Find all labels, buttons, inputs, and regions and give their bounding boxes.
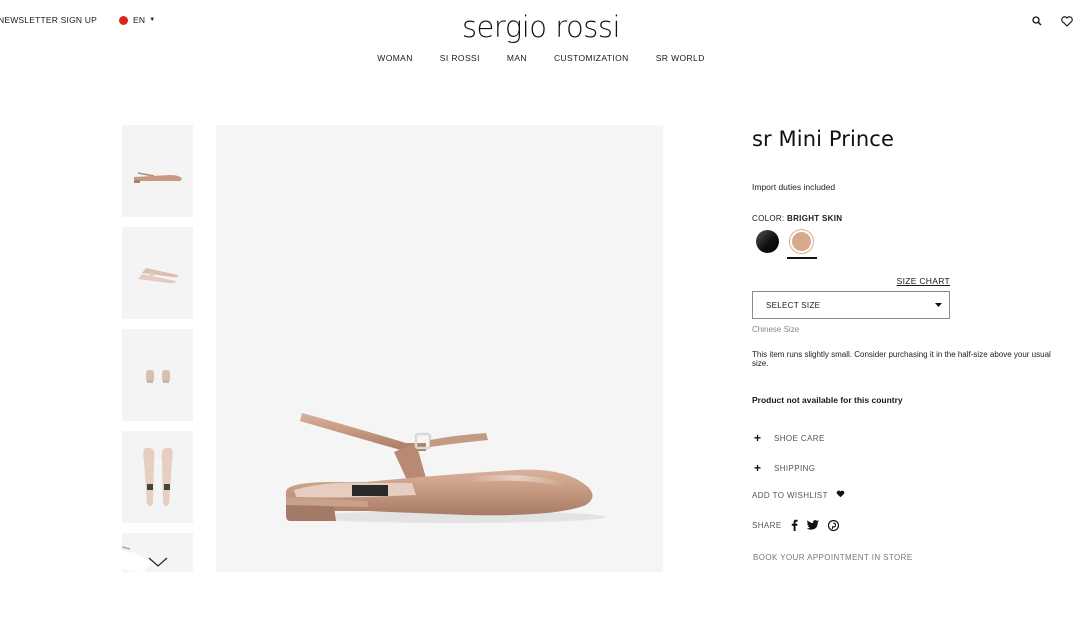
- chevron-down-icon[interactable]: [148, 555, 168, 573]
- header-right: [1030, 14, 1074, 28]
- thumbnail-pair-top-view[interactable]: [122, 227, 193, 319]
- swatch-black[interactable]: [756, 230, 779, 253]
- fit-advice: This item runs slightly small. Consider …: [752, 350, 1051, 369]
- product-title: sr Mini Prince: [752, 127, 894, 151]
- main-nav: WOMAN SI ROSSI MAN CUSTOMIZATION SR WORL…: [0, 53, 1082, 63]
- size-chart-link[interactable]: SIZE CHART: [752, 276, 950, 286]
- search-icon[interactable]: [1030, 14, 1044, 28]
- color-swatches: [755, 230, 1072, 265]
- swatch-bright-skin-wrap: [786, 230, 817, 265]
- wishlist-label: ADD TO WISHLIST: [752, 490, 828, 500]
- swatch-black-wrap: [755, 230, 780, 265]
- book-appointment-link[interactable]: BOOK YOUR APPOINTMENT IN STORE: [753, 553, 1072, 562]
- product-info: sr Mini Prince Import duties included CO…: [752, 125, 1072, 562]
- size-select-label: SELECT SIZE: [766, 300, 821, 310]
- thumbnail-top-down-view[interactable]: [122, 431, 193, 523]
- nav-item-man[interactable]: MAN: [507, 53, 527, 63]
- accordion-label: SHOE CARE: [774, 433, 825, 443]
- product-main-image: [216, 125, 663, 572]
- plus-icon: +: [754, 431, 762, 446]
- plus-icon: +: [754, 461, 762, 476]
- size-system-note: Chinese Size: [752, 325, 800, 334]
- color-label-prefix: COLOR:: [752, 214, 785, 223]
- color-label: COLOR: BRIGHT SKIN: [752, 214, 1072, 223]
- nav-item-woman[interactable]: WOMAN: [377, 53, 413, 63]
- accordion-label: SHIPPING: [774, 463, 816, 473]
- import-duties-note: Import duties included: [752, 182, 836, 192]
- add-to-wishlist-button[interactable]: ADD TO WISHLIST: [752, 490, 1072, 500]
- product-accordion: + SHOE CARE + SHIPPING: [752, 430, 1072, 476]
- accordion-shipping[interactable]: + SHIPPING: [752, 460, 1072, 476]
- twitter-icon[interactable]: [806, 520, 819, 530]
- size-select-dropdown[interactable]: SELECT SIZE: [752, 291, 950, 319]
- availability-status: Product not available for this country: [752, 395, 903, 406]
- accordion-shoe-care[interactable]: + SHOE CARE: [752, 430, 1072, 446]
- share-label: SHARE: [752, 520, 782, 530]
- shoe-image: [286, 413, 606, 523]
- nav-item-customization[interactable]: CUSTOMIZATION: [554, 53, 629, 63]
- thumbnail-back-view[interactable]: [122, 329, 193, 421]
- thumbnail-side-view[interactable]: [122, 125, 193, 217]
- nav-item-si-rossi[interactable]: SI ROSSI: [440, 53, 480, 63]
- pinterest-icon[interactable]: [827, 519, 839, 531]
- swatch-selected-indicator: [786, 257, 817, 259]
- nav-item-sr-world[interactable]: SR WORLD: [656, 53, 705, 63]
- color-value: BRIGHT SKIN: [787, 214, 843, 223]
- swatch-bright-skin[interactable]: [790, 230, 813, 253]
- share-row: SHARE: [752, 519, 1072, 532]
- heart-icon: [836, 490, 845, 500]
- brand-logo[interactable]: sergio rossi: [0, 10, 1082, 44]
- facebook-icon[interactable]: [791, 519, 798, 532]
- heart-icon[interactable]: [1060, 14, 1074, 28]
- swatch-indicator: [753, 257, 783, 259]
- thumbnail-list: [122, 125, 193, 572]
- caret-down-icon: [935, 301, 942, 310]
